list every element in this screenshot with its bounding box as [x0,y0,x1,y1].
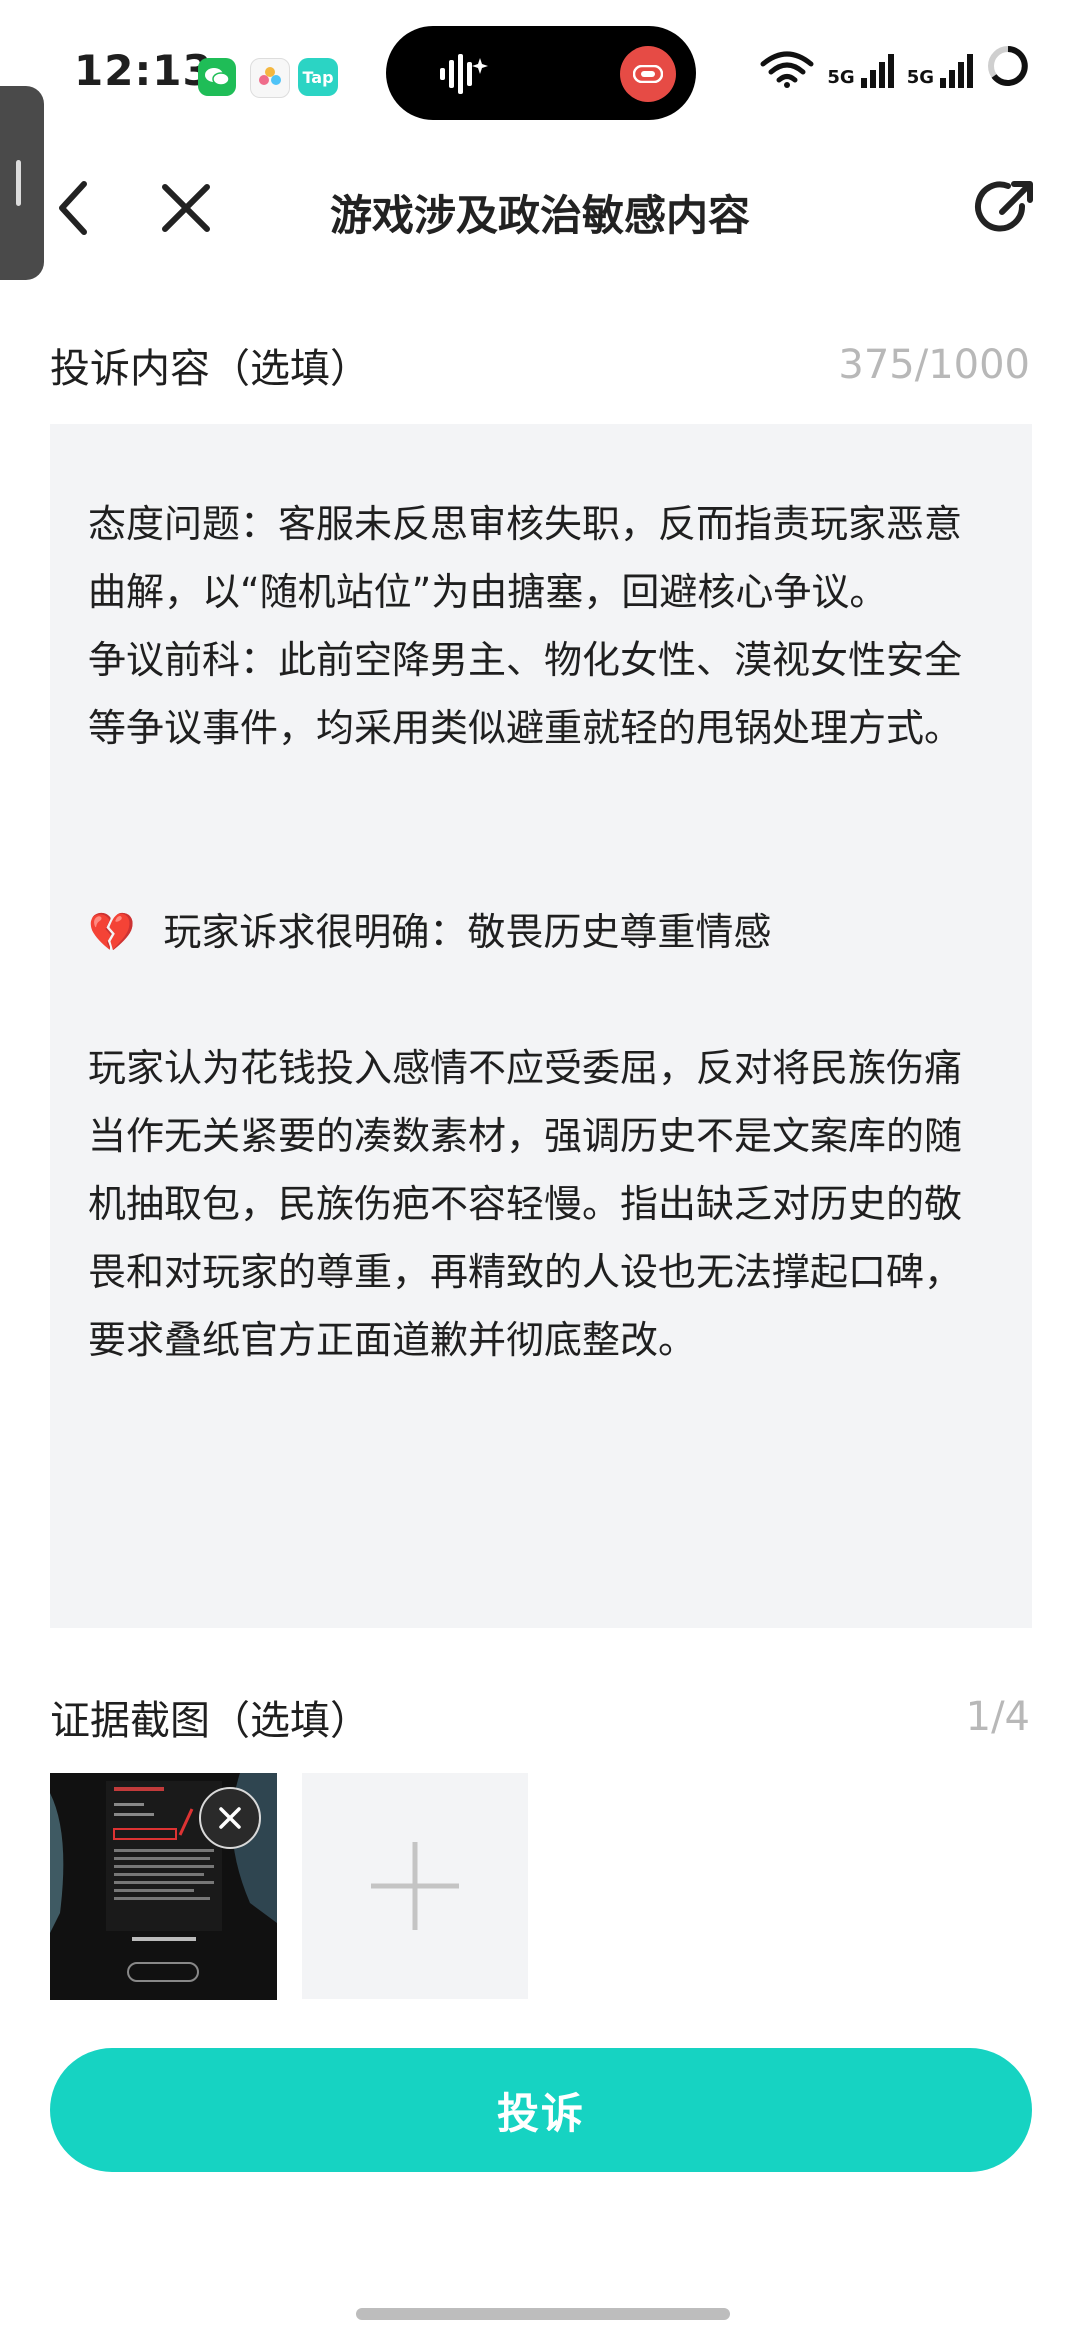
wifi-icon [760,51,814,88]
char-counter: 375/1000 [838,342,1030,388]
home-indicator[interactable] [356,2308,730,2320]
taptap-label: Tap [302,67,334,87]
battery-ring-icon [988,46,1028,86]
close-icon [219,1807,241,1829]
broken-heart-icon: 💔 [88,910,136,954]
evidence-counter: 1/4 [965,1694,1030,1740]
complaint-label: 投诉内容（选填） [50,346,370,392]
status-bar: 12:13 Tap 5G 5G [0,0,1080,150]
evidence-label: 证据截图（选填） [50,1698,370,1744]
remove-image-button[interactable] [199,1787,261,1849]
network-type-2: 5G [906,67,934,88]
evidence-header: 证据截图（选填） 1/4 [50,1688,1030,1746]
paragraph-history: 争议前科：此前空降男主、物化女性、漠视女性安全等争议事件，均采用类似避重就轻的甩… [88,638,963,750]
signal-icon-2 [940,54,973,88]
plus-icon [371,1842,459,1930]
share-icon [975,181,1033,232]
paragraph-attitude: 态度问题：客服未反思审核失职，反而指责玩家恶意曲解，以“随机站位”为由搪塞，回避… [88,502,963,614]
dynamic-island [386,26,696,120]
signal-icon-1 [860,54,894,88]
recording-icon[interactable] [620,46,676,102]
page-title: 游戏涉及政治敏感内容 [329,191,750,240]
submit-complaint-button[interactable]: 投诉 [50,2048,1032,2172]
paragraph-demand: 玩家认为花钱投入感情不应受委屈，反对将民族伤痛当作无关紧要的凑数素材，强调历史不… [88,1046,963,1362]
status-indicators: 5G 5G [759,44,1030,88]
evidence-thumbnail[interactable] [50,1773,277,2000]
complaint-textarea[interactable]: 态度问题：客服未反思审核失职，反而指责玩家恶意曲解，以“随机站位”为由搪塞，回避… [50,424,1032,1628]
taptap-icon: Tap [298,58,338,96]
audio-wave-icon [440,54,488,94]
wechat-icon [198,58,236,96]
demand-heading-text: 玩家诉求很明确：敬畏历史尊重情感 [163,910,772,954]
add-image-button[interactable] [302,1773,528,1999]
status-time: 12:13 [74,46,213,95]
demand-heading: 💔 玩家诉求很明确：敬畏历史尊重情感 [88,898,994,966]
complaint-header: 投诉内容（选填） 375/1000 [50,336,1030,394]
network-type-1: 5G [827,67,855,88]
photos-icon [250,58,290,98]
share-button[interactable] [966,168,1046,248]
nav-bar: 游戏涉及政治敏感内容 [0,150,1080,270]
